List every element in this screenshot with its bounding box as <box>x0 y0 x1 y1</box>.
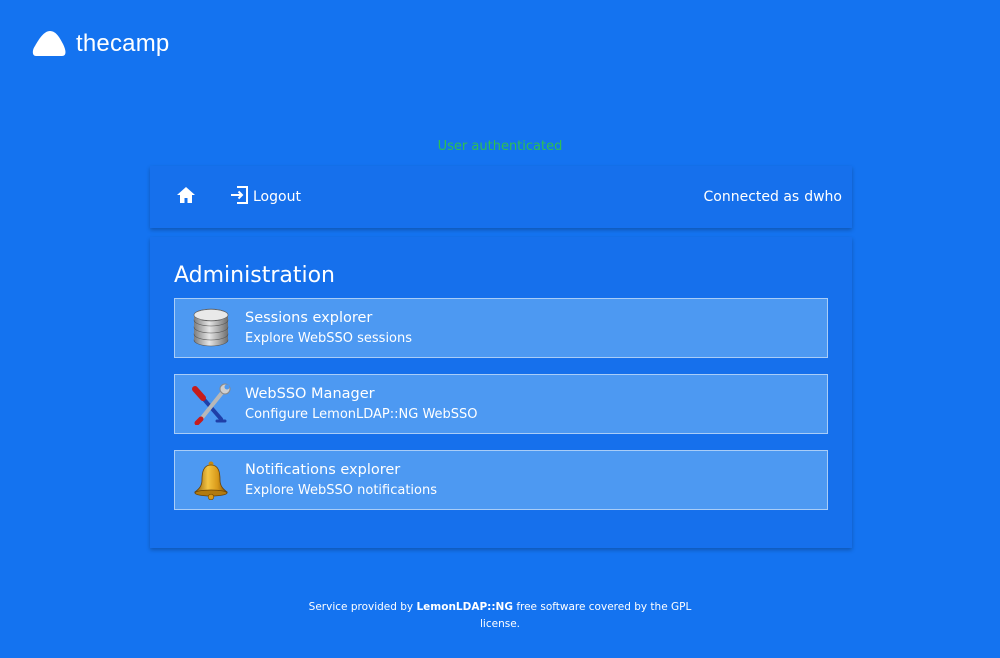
cloud-blob-icon <box>32 28 68 60</box>
app-description: Explore WebSSO sessions <box>245 331 413 346</box>
logout-icon <box>230 185 250 209</box>
app-text: WebSSO Manager Configure LemonLDAP::NG W… <box>245 385 478 423</box>
section-title: Administration <box>174 263 335 288</box>
logout-button[interactable]: Logout <box>230 185 301 209</box>
navbar: Logout Connected as dwho <box>150 166 852 228</box>
page: thecamp User authenticated Logout Connec… <box>0 0 1000 658</box>
app-websso-manager[interactable]: WebSSO Manager Configure LemonLDAP::NG W… <box>174 374 828 434</box>
footer-prefix: Service provided by <box>308 601 414 613</box>
app-name: Sessions explorer <box>245 310 373 326</box>
connected-as-label: Connected as dwho <box>704 188 843 206</box>
app-sessions-explorer[interactable]: Sessions explorer Explore WebSSO session… <box>174 298 828 358</box>
app-name: Notifications explorer <box>245 462 401 478</box>
home-button[interactable] <box>176 186 196 208</box>
footer: Service provided by LemonLDAP::NG free s… <box>300 599 700 633</box>
app-notifications-explorer[interactable]: Notifications explorer Explore WebSSO no… <box>174 450 828 510</box>
connected-prefix: Connected as <box>703 189 800 205</box>
logo-text: thecamp <box>76 30 170 57</box>
home-icon <box>176 186 196 208</box>
app-text: Notifications explorer Explore WebSSO no… <box>245 461 437 499</box>
footer-lemonldap-link[interactable]: LemonLDAP::NG <box>416 601 512 613</box>
app-description: Configure LemonLDAP::NG WebSSO <box>245 407 478 422</box>
app-description: Explore WebSSO notifications <box>245 483 438 498</box>
tools-icon <box>191 382 231 426</box>
logo[interactable]: thecamp <box>32 26 169 62</box>
administration-card: Administration Sessions explorer Explore… <box>150 237 852 548</box>
bell-icon <box>191 458 231 502</box>
database-icon <box>191 306 231 350</box>
app-text: Sessions explorer Explore WebSSO session… <box>245 309 412 347</box>
app-name: WebSSO Manager <box>245 386 375 402</box>
connected-username: dwho <box>804 189 842 205</box>
logout-label: Logout <box>253 189 301 205</box>
auth-status-message: User authenticated <box>437 139 563 154</box>
